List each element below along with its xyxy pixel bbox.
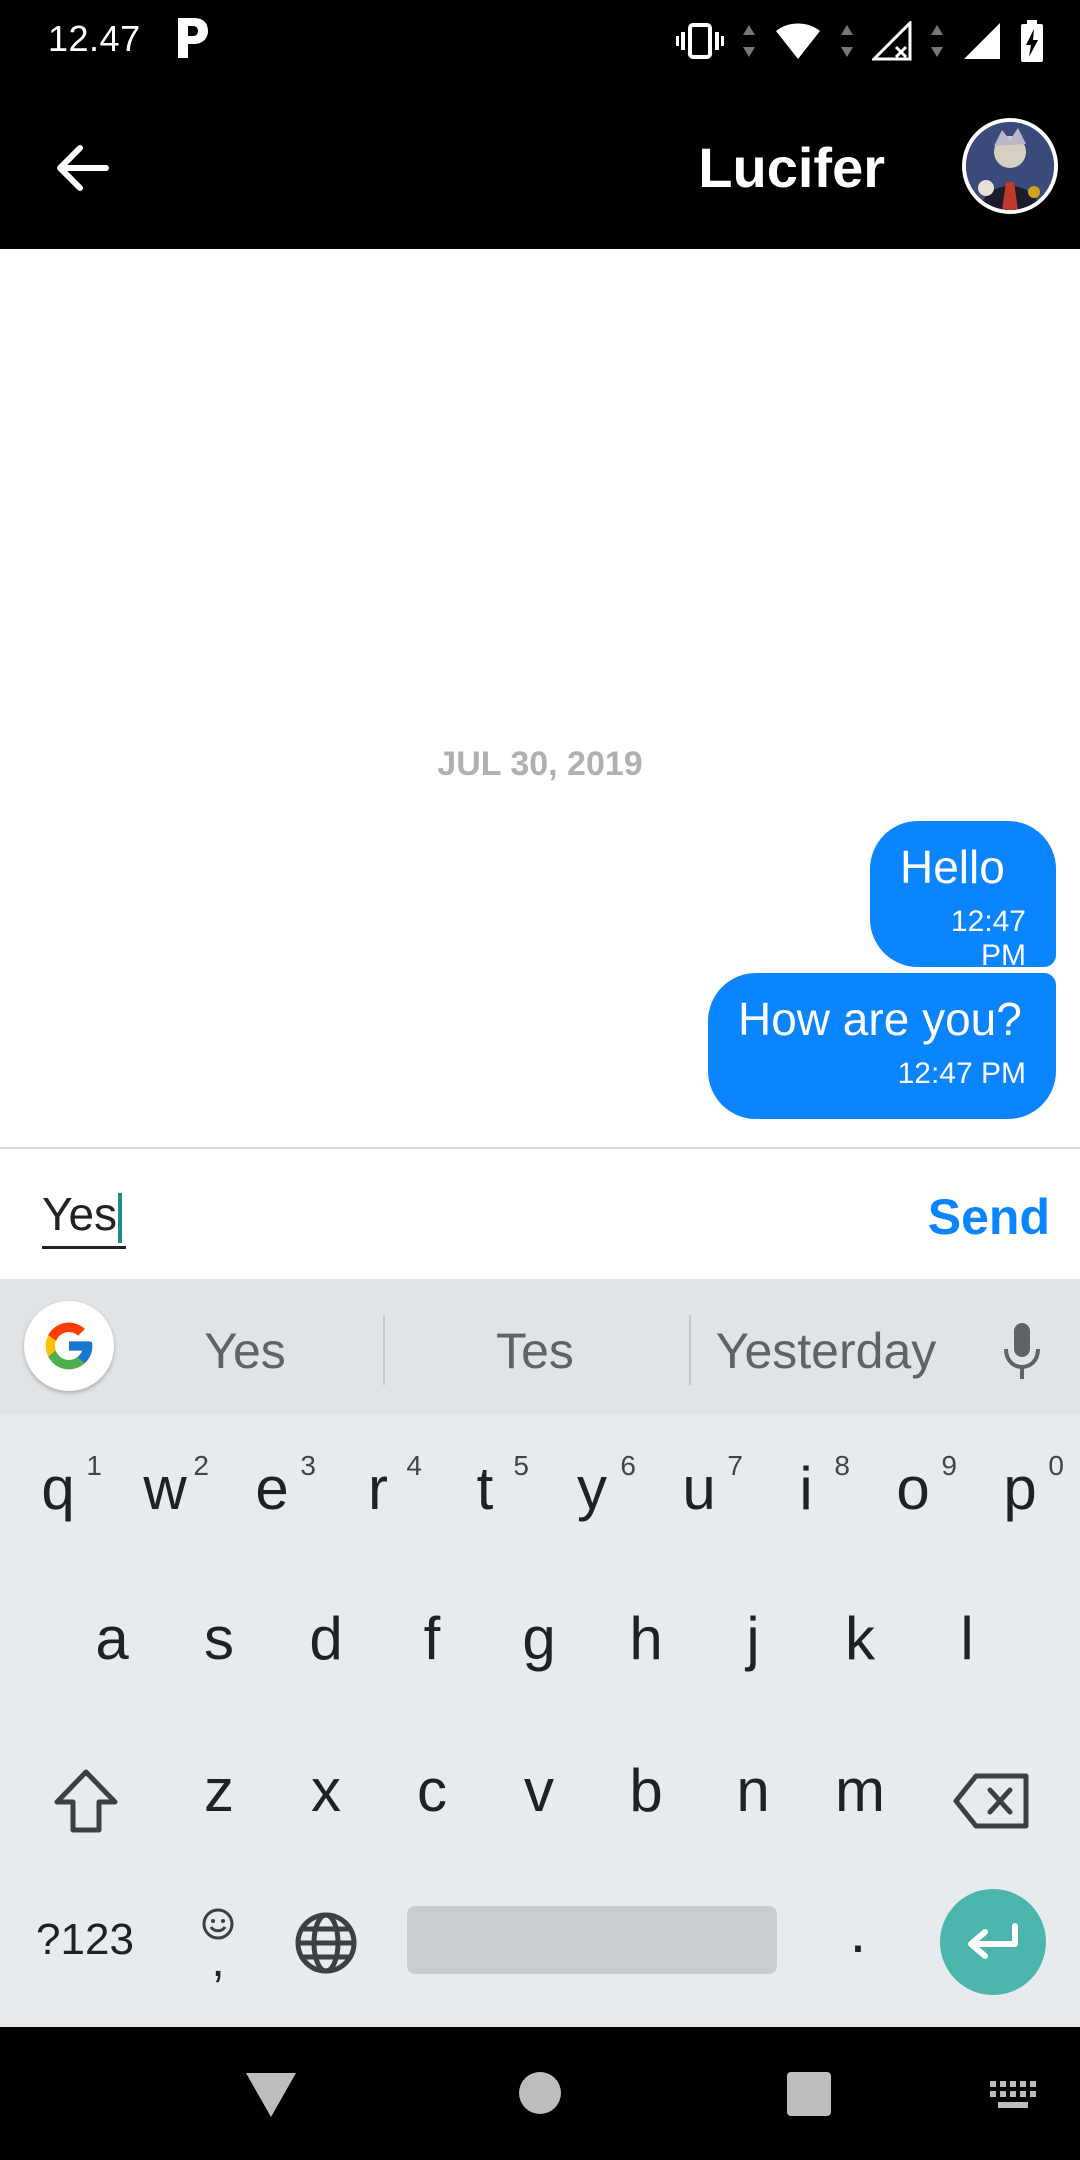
microphone-icon[interactable]: [994, 1319, 1050, 1383]
enter-arrow-icon: [968, 1923, 1018, 1959]
key-r[interactable]: r4: [324, 1439, 432, 1559]
key-c[interactable]: c: [378, 1741, 486, 1861]
data-arrows-icon: [743, 25, 755, 57]
message-text: How are you?: [738, 993, 1022, 1045]
message-time: 12:47 PM: [897, 1057, 1026, 1090]
avatar[interactable]: [962, 118, 1058, 214]
parking-icon: [178, 18, 208, 58]
language-key[interactable]: [276, 1893, 376, 1993]
key-u[interactable]: u7: [645, 1439, 753, 1559]
avatar-image-icon: [966, 122, 1054, 210]
comma-label: ,: [211, 1934, 225, 1987]
symbols-key[interactable]: ?123: [10, 1890, 160, 2010]
key-e[interactable]: e3: [218, 1439, 326, 1559]
enter-key[interactable]: [940, 1889, 1046, 1995]
soft-keyboard: Yes Tes Yesterday q1 w2 e3 r4 t5 y6 u7 i…: [0, 1279, 1080, 2027]
key-b[interactable]: b: [592, 1741, 700, 1861]
message-bubble-outgoing[interactable]: Hello 12:47 PM: [870, 821, 1056, 972]
status-bar: 12.47: [0, 0, 1080, 84]
key-d[interactable]: d: [272, 1589, 380, 1709]
key-t[interactable]: t5: [431, 1439, 539, 1559]
emoji-comma-key[interactable]: ,: [172, 1891, 264, 1997]
key-k[interactable]: k: [806, 1589, 914, 1709]
message-list[interactable]: JUL 30, 2019 Hello 12:47 PM How are you?…: [0, 249, 1080, 1147]
suggestion-divider: [383, 1315, 385, 1385]
shift-key[interactable]: [24, 1741, 148, 1861]
message-time: 12:47 PM: [950, 905, 1026, 972]
suggestion-strip: Yes Tes Yesterday: [0, 1279, 1080, 1414]
key-h[interactable]: h: [592, 1589, 700, 1709]
backspace-key[interactable]: [928, 1741, 1056, 1861]
spacebar[interactable]: [407, 1906, 777, 1974]
nav-back-icon[interactable]: [244, 2069, 298, 2119]
signal-icon: [964, 23, 1000, 59]
message-composer: Yes Send: [0, 1147, 1080, 1279]
data-arrows-icon: [931, 25, 943, 57]
keyboard-switch-icon[interactable]: [990, 2081, 1036, 2109]
key-s[interactable]: s: [165, 1589, 273, 1709]
data-arrows-icon: [841, 25, 853, 57]
key-i[interactable]: i8: [752, 1439, 860, 1559]
battery-charging-icon: [1021, 20, 1043, 62]
globe-icon: [295, 1912, 357, 1974]
google-g-icon: [45, 1322, 93, 1370]
key-l[interactable]: l: [913, 1589, 1021, 1709]
message-bubble-outgoing[interactable]: How are you? 12:47 PM: [708, 973, 1056, 1119]
key-m[interactable]: m: [806, 1741, 914, 1861]
key-o[interactable]: o9: [859, 1439, 967, 1559]
key-a[interactable]: a: [58, 1589, 166, 1709]
key-q[interactable]: q1: [4, 1439, 112, 1559]
status-time: 12.47: [48, 18, 141, 59]
key-v[interactable]: v: [485, 1741, 593, 1861]
backspace-icon: [953, 1773, 1029, 1829]
key-y[interactable]: y6: [538, 1439, 646, 1559]
app-bar: Lucifer: [0, 84, 1080, 249]
key-w[interactable]: w2: [111, 1439, 219, 1559]
key-z[interactable]: z: [165, 1741, 273, 1861]
status-icons: [676, 18, 1044, 64]
wifi-icon: [776, 23, 820, 59]
key-f[interactable]: f: [378, 1589, 486, 1709]
key-j[interactable]: j: [699, 1589, 807, 1709]
suggestion-divider: [689, 1315, 691, 1385]
message-input[interactable]: Yes: [42, 1179, 127, 1249]
key-n[interactable]: n: [699, 1741, 807, 1861]
vibrate-icon: [676, 23, 724, 59]
suggestion-3[interactable]: Yesterday: [706, 1319, 946, 1383]
navigation-bar: [0, 2027, 1080, 2160]
arrow-left-icon: [57, 145, 109, 191]
period-key[interactable]: .: [808, 1882, 908, 2002]
chat-title[interactable]: Lucifer: [698, 128, 885, 208]
key-g[interactable]: g: [485, 1589, 593, 1709]
message-input-text: Yes: [42, 1188, 118, 1240]
date-separator: JUL 30, 2019: [437, 745, 643, 783]
key-x[interactable]: x: [272, 1741, 380, 1861]
text-caret: [118, 1192, 123, 1243]
google-button[interactable]: [24, 1301, 114, 1391]
message-text: Hello: [900, 841, 1005, 893]
key-p[interactable]: p0: [966, 1439, 1074, 1559]
send-button[interactable]: Send: [928, 1185, 1050, 1249]
nav-home-icon[interactable]: [518, 2071, 562, 2115]
suggestion-2[interactable]: Tes: [430, 1319, 640, 1383]
back-button[interactable]: [46, 132, 118, 204]
nav-recents-icon[interactable]: [786, 2071, 832, 2117]
shift-icon: [54, 1769, 118, 1833]
signal-no-sim-icon: [872, 21, 912, 61]
suggestion-1[interactable]: Yes: [140, 1319, 350, 1383]
